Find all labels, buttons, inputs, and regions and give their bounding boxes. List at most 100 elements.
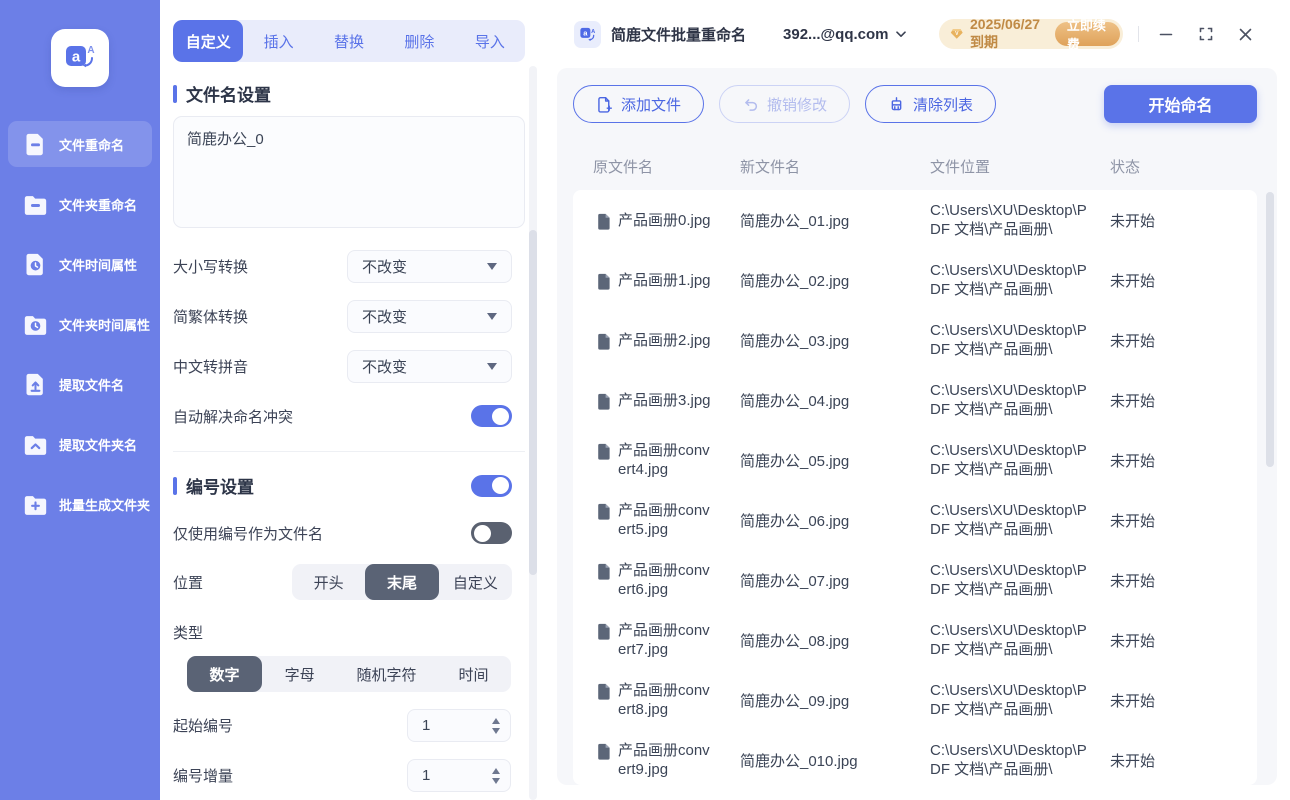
renew-button[interactable]: 立即续费 (1055, 22, 1120, 46)
sidebar-item-label: 批量生成文件夹 (59, 495, 150, 514)
table-row[interactable]: 产品画册3.jpg 简鹿办公_04.jpg C:\Users\XU\Deskto… (573, 370, 1257, 430)
auto-conflict-toggle[interactable] (471, 405, 512, 427)
new-filename: 简鹿办公_06.jpg (740, 510, 930, 531)
tab[interactable]: 插入 (243, 20, 313, 62)
caret-down-icon (487, 363, 497, 370)
sidebar-item-label: 提取文件名 (59, 375, 124, 394)
numbering-toggle[interactable] (471, 475, 512, 497)
number-stepper[interactable]: 1 (407, 759, 511, 792)
file-time-icon (22, 251, 49, 278)
table-row[interactable]: 产品画册convert4.jpg 简鹿办公_05.jpg C:\Users\XU… (573, 430, 1257, 490)
convert-row: 简繁体转换 不改变 (173, 300, 512, 333)
broom-icon (888, 96, 905, 113)
convert-row: 中文转拼音 不改变 (173, 350, 512, 383)
orig-filename: 产品画册convert5.jpg (618, 501, 716, 539)
sidebar-item[interactable]: 提取文件夹名 (8, 421, 152, 467)
file-icon (597, 743, 611, 760)
numbering-section-header: 编号设置 (173, 473, 512, 498)
stepper-arrows[interactable] (492, 768, 500, 784)
orig-filename: 产品画册convert6.jpg (618, 561, 716, 599)
sidebar-item[interactable]: 文件时间属性 (8, 241, 152, 287)
undo-icon (742, 96, 759, 113)
table-row[interactable]: 产品画册convert9.jpg 简鹿办公_010.jpg C:\Users\X… (573, 730, 1257, 785)
sidebar: a A 文件重命名文件夹重命名文件时间属性文件夹时间属性提取文件名提取文件夹名批… (0, 0, 160, 800)
clear-list-button[interactable]: 清除列表 (865, 85, 996, 123)
sidebar-item[interactable]: 文件重命名 (8, 121, 152, 167)
tab[interactable]: 删除 (384, 20, 454, 62)
number-stepper[interactable]: 1 (407, 709, 511, 742)
new-filename: 简鹿办公_05.jpg (740, 450, 930, 471)
number-spinner-row: 编号增量 1 (173, 759, 511, 792)
extract-filename-icon (22, 371, 49, 398)
segment-option[interactable]: 末尾 (365, 564, 438, 600)
add-files-button[interactable]: 添加文件 (573, 85, 704, 123)
stepper-arrows[interactable] (492, 718, 500, 734)
undo-button[interactable]: 撤销修改 (719, 85, 850, 123)
file-plus-icon (596, 96, 613, 113)
app-title: 简鹿文件批量重命名 (611, 24, 746, 45)
segment-option[interactable]: 时间 (436, 656, 511, 692)
close-button[interactable] (1239, 28, 1252, 41)
filename-section-title: 文件名设置 (186, 81, 271, 106)
only-number-toggle[interactable] (471, 522, 512, 544)
file-path: C:\Users\XU\Desktop\PDF 文档\产品画册\ (930, 621, 1092, 659)
license-expiry: 2025/06/27到期 (970, 16, 1048, 52)
tab[interactable]: 自定义 (173, 20, 243, 62)
table-scrollbar[interactable] (1266, 192, 1274, 467)
window-controls (1159, 27, 1252, 41)
select-value: 不改变 (362, 256, 407, 277)
svg-text:A: A (591, 29, 595, 35)
sidebar-item[interactable]: 文件夹时间属性 (8, 301, 152, 347)
sidebar-item[interactable]: 提取文件名 (8, 361, 152, 407)
tab[interactable]: 导入 (455, 20, 525, 62)
orig-filename: 产品画册1.jpg (618, 271, 716, 290)
table-row[interactable]: 产品画册convert5.jpg 简鹿办公_06.jpg C:\Users\XU… (573, 490, 1257, 550)
account-menu[interactable]: 392...@qq.com (783, 26, 906, 43)
maximize-button[interactable] (1199, 27, 1213, 41)
table-row[interactable]: 产品画册convert8.jpg 简鹿办公_09.jpg C:\Users\XU… (573, 670, 1257, 730)
file-icon (597, 563, 611, 580)
folder-time-icon (22, 311, 49, 338)
file-icon (597, 213, 611, 230)
sidebar-item[interactable]: 文件夹重命名 (8, 181, 152, 227)
convert-select[interactable]: 不改变 (347, 350, 512, 383)
left-panel-scrollbar[interactable] (529, 230, 537, 575)
segment-option[interactable]: 字母 (262, 656, 337, 692)
orig-filename: 产品画册convert7.jpg (618, 621, 716, 659)
section-accent-bar (173, 477, 177, 495)
table-row[interactable]: 产品画册0.jpg 简鹿办公_01.jpg C:\Users\XU\Deskto… (573, 190, 1257, 250)
file-path: C:\Users\XU\Desktop\PDF 文档\产品画册\ (930, 261, 1092, 299)
file-path: C:\Users\XU\Desktop\PDF 文档\产品画册\ (930, 201, 1092, 239)
table-row[interactable]: 产品画册convert6.jpg 简鹿办公_07.jpg C:\Users\XU… (573, 550, 1257, 610)
status: 未开始 (1110, 630, 1257, 651)
account-email: 392...@qq.com (783, 26, 889, 43)
sidebar-item-label: 文件夹时间属性 (59, 315, 150, 334)
sidebar-item-label: 文件夹重命名 (59, 195, 137, 214)
status: 未开始 (1110, 390, 1257, 411)
license-badge: V 2025/06/27到期 立即续费 (939, 19, 1124, 49)
table-row[interactable]: 产品画册2.jpg 简鹿办公_03.jpg C:\Users\XU\Deskto… (573, 310, 1257, 370)
table-row[interactable]: 产品画册convert7.jpg 简鹿办公_08.jpg C:\Users\XU… (573, 610, 1257, 670)
orig-filename: 产品画册convert4.jpg (618, 441, 716, 479)
convert-select[interactable]: 不改变 (347, 250, 512, 283)
sidebar-item[interactable]: 批量生成文件夹 (8, 481, 152, 527)
start-rename-button[interactable]: 开始命名 (1104, 85, 1257, 123)
filename-pattern-input[interactable]: 简鹿办公_0 (173, 116, 525, 228)
caret-down-icon (487, 263, 497, 270)
tab[interactable]: 替换 (314, 20, 384, 62)
auto-conflict-row: 自动解决命名冲突 (173, 405, 512, 427)
segment-option[interactable]: 开头 (292, 564, 365, 600)
segment-option[interactable]: 自定义 (439, 564, 512, 600)
table-row[interactable]: 产品画册1.jpg 简鹿办公_02.jpg C:\Users\XU\Deskto… (573, 250, 1257, 310)
type-segmented: 数字字母随机字符时间 (187, 656, 511, 692)
sidebar-nav: 文件重命名文件夹重命名文件时间属性文件夹时间属性提取文件名提取文件夹名批量生成文… (0, 107, 160, 527)
status: 未开始 (1110, 510, 1257, 531)
settings-panel: 自定义插入替换删除导入 文件名设置 简鹿办公_0 大小写转换 不改变 简繁体转换… (160, 0, 540, 800)
convert-select[interactable]: 不改变 (347, 300, 512, 333)
new-filename: 简鹿办公_08.jpg (740, 630, 930, 651)
segment-option[interactable]: 随机字符 (337, 656, 436, 692)
file-list-card: 添加文件 撤销修改 清除列表 开始命名 原文件名新文件名文件位 (557, 68, 1277, 785)
file-path: C:\Users\XU\Desktop\PDF 文档\产品画册\ (930, 321, 1092, 359)
minimize-button[interactable] (1159, 27, 1173, 41)
segment-option[interactable]: 数字 (187, 656, 262, 692)
